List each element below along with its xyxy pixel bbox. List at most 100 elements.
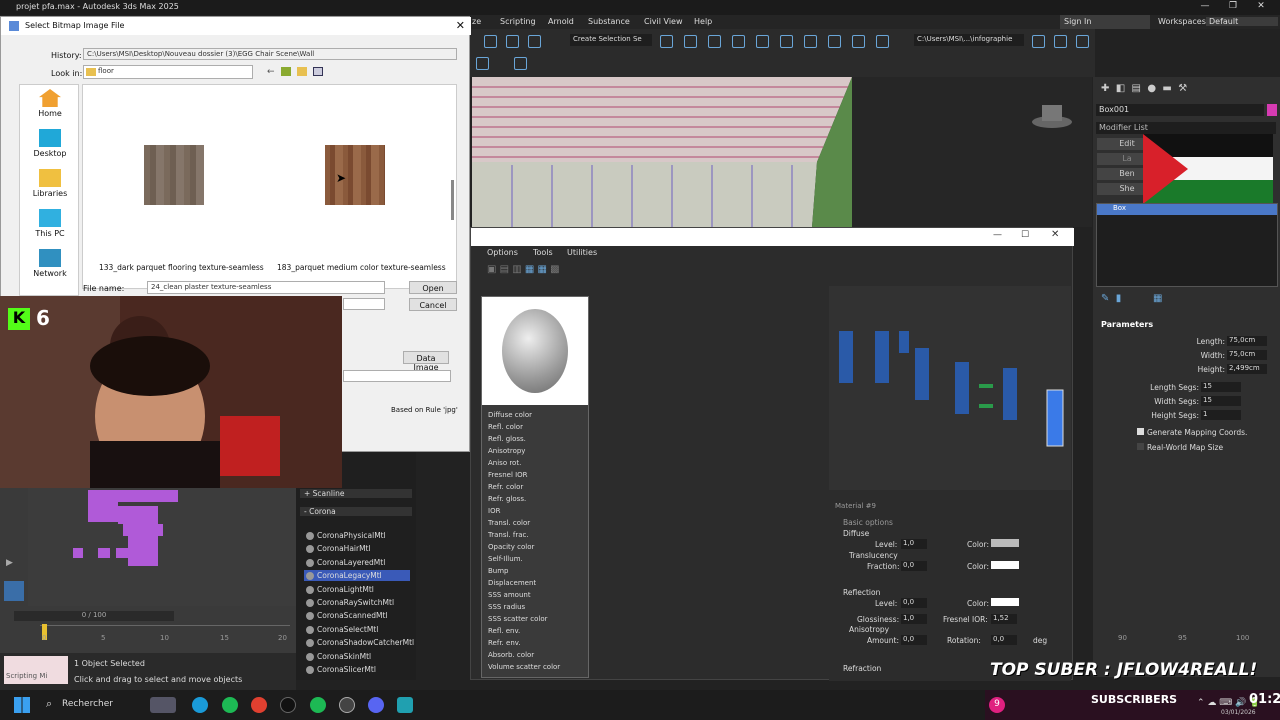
slate-minimize-icon[interactable]: —	[993, 230, 1002, 240]
corona-material-item[interactable]: CoronaRaySwitchMtl	[304, 597, 410, 608]
menu-substance[interactable]: Substance	[588, 17, 630, 26]
file-type-select[interactable]	[343, 298, 385, 310]
material-node[interactable]: Diffuse color Refl. color Refl. gloss. Anis…	[481, 296, 589, 678]
filename-input[interactable]: 24_clean plaster texture-seamless	[147, 281, 385, 294]
align-icon[interactable]	[684, 35, 697, 48]
layer-icon[interactable]	[732, 35, 745, 48]
corona-material-item[interactable]: CoronaHairMtl	[304, 543, 410, 554]
glossiness-spinner[interactable]: 1,0	[901, 614, 927, 624]
slate-menu-tools[interactable]: Tools	[533, 248, 553, 257]
real-world-checkbox[interactable]	[1137, 443, 1144, 450]
menu-arnold[interactable]: Arnold	[548, 17, 574, 26]
tiktok-icon[interactable]	[280, 697, 296, 713]
bind-icon[interactable]	[528, 35, 541, 48]
fresnel-spinner[interactable]: 1,52	[991, 614, 1017, 624]
corona-material-item[interactable]: CoronaSkinMtl	[304, 651, 410, 662]
place-home[interactable]: Home	[20, 89, 80, 118]
refl-level-spinner[interactable]: 0,0	[901, 598, 927, 608]
diffuse-color-swatch[interactable]	[991, 539, 1019, 547]
maxscript-listener[interactable]: Scripting Mi	[4, 656, 68, 684]
edge-icon[interactable]	[192, 697, 208, 713]
sign-in-button[interactable]: Sign In	[1060, 15, 1150, 29]
slate-maximize-icon[interactable]: ☐	[1021, 230, 1029, 240]
material-slot[interactable]: Diffuse color	[488, 411, 532, 419]
stack-item-box[interactable]: Box	[1097, 204, 1277, 215]
corona-material-item[interactable]: CoronaPhysicalMtl	[304, 530, 410, 541]
maximize-icon[interactable]: ❐	[1226, 1, 1240, 13]
navigator-view[interactable]	[829, 286, 1071, 490]
curve-editor-icon[interactable]	[756, 35, 769, 48]
bottom-viewport[interactable]	[28, 488, 296, 606]
material-slot[interactable]: Refr. env.	[488, 639, 521, 647]
open-button[interactable]: Open	[409, 281, 457, 294]
lookin-select[interactable]: floor	[83, 65, 253, 79]
scene-explorer-icon[interactable]	[708, 35, 721, 48]
viewport-perspective[interactable]	[472, 77, 1092, 227]
up-folder-icon[interactable]	[281, 67, 291, 76]
play-icon[interactable]: ▶	[6, 558, 13, 568]
material-slot[interactable]: IOR	[488, 507, 500, 515]
project-path-select[interactable]: C:\Users\MSI\...\infographie	[914, 34, 1024, 46]
material-slot[interactable]: Self-Illum.	[488, 555, 523, 563]
material-slot[interactable]: Aniso rot.	[488, 459, 521, 467]
corona-material-item[interactable]: CoronaLightMtl	[304, 584, 410, 595]
dialog-close-icon[interactable]: ✕	[456, 19, 465, 32]
chrome-icon[interactable]	[251, 697, 267, 713]
workspaces-select[interactable]: Default	[1206, 17, 1278, 26]
material-slot[interactable]: Refr. gloss.	[488, 495, 526, 503]
new-folder-icon[interactable]	[297, 67, 307, 76]
object-name-field[interactable]: Box001	[1096, 104, 1264, 116]
object-color-swatch[interactable]	[1267, 104, 1277, 116]
material-slot[interactable]: Anisotropy	[488, 447, 525, 455]
history-select[interactable]: C:\Users\MSI\Desktop\Nouveau dossier (3)…	[83, 48, 457, 60]
fraction-spinner[interactable]: 0,0	[901, 561, 927, 571]
param-height-segs-spinner[interactable]: 1	[1201, 410, 1241, 420]
close-icon[interactable]: ✕	[1254, 1, 1268, 13]
viewport-icon[interactable]	[1054, 35, 1067, 48]
3dsmax-icon[interactable]	[397, 697, 413, 713]
viewport-layout-icon[interactable]	[4, 581, 24, 601]
gamma-select[interactable]	[343, 370, 451, 382]
rotation-spinner[interactable]: 0,0	[991, 635, 1017, 645]
mirror-icon[interactable]	[660, 35, 673, 48]
slate-toolbar[interactable]: ▣ ▤ ▥ ▦ ▦ ▩	[487, 264, 627, 280]
render-setup-icon[interactable]	[828, 35, 841, 48]
slate-menu-options[interactable]: Options	[487, 248, 518, 257]
material-slot[interactable]: SSS scatter color	[488, 615, 547, 623]
corona-material-item[interactable]: CoronaLegacyMtl	[304, 570, 410, 582]
place-this-pc[interactable]: This PC	[20, 209, 80, 238]
windows-start-icon[interactable]	[14, 697, 30, 713]
gen-mapping-checkbox[interactable]	[1137, 428, 1144, 435]
material-slot[interactable]: Refl. env.	[488, 627, 520, 635]
place-network[interactable]: Network	[20, 249, 80, 278]
menu-item[interactable]: ze	[472, 17, 481, 26]
snap-icon[interactable]	[476, 57, 489, 70]
param-width-spinner[interactable]: 75,0cm	[1227, 350, 1267, 360]
search-icon[interactable]: ⌕	[46, 697, 52, 711]
corona-material-item[interactable]: CoronaScannedMtl	[304, 610, 410, 621]
modifier-list-select[interactable]: Modifier List	[1096, 122, 1276, 134]
material-editor-icon[interactable]	[804, 35, 817, 48]
file-list-scrollbar[interactable]	[451, 180, 454, 220]
diffuse-level-spinner[interactable]: 1,0	[901, 539, 927, 549]
material-slot[interactable]: Bump	[488, 567, 509, 575]
link-icon[interactable]	[484, 35, 497, 48]
modifier-stack[interactable]: Box	[1096, 203, 1278, 287]
param-length-segs-spinner[interactable]: 15	[1201, 382, 1241, 392]
unlink-icon[interactable]	[506, 35, 519, 48]
material-slot[interactable]: Volume scatter color	[488, 663, 560, 671]
material-slot[interactable]: Displacement	[488, 579, 536, 587]
spotify-icon[interactable]	[222, 697, 238, 713]
scanline-group[interactable]: + Scanline	[300, 489, 412, 498]
corona-group[interactable]: - Corona	[300, 507, 412, 516]
project-folder-icon[interactable]	[1032, 35, 1045, 48]
time-slider[interactable]: 0 / 100	[14, 611, 174, 621]
select-region-icon[interactable]	[514, 57, 527, 70]
corona-material-item[interactable]: CoronaSelectMtl	[304, 624, 410, 635]
minimize-icon[interactable]: —	[1198, 1, 1212, 13]
param-width-segs-spinner[interactable]: 15	[1201, 396, 1241, 406]
discord-icon[interactable]	[368, 697, 384, 713]
material-slot[interactable]: SSS radius	[488, 603, 525, 611]
param-length-spinner[interactable]: 75,0cm	[1227, 336, 1267, 346]
refl-color-swatch[interactable]	[991, 598, 1019, 606]
